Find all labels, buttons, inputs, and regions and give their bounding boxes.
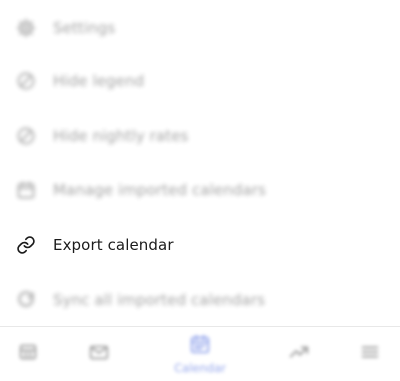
menu-item-export-calendar[interactable]: Export calendar: [0, 217, 400, 272]
tab-inbox[interactable]: [79, 327, 119, 381]
hamburger-menu-icon: [359, 341, 381, 367]
menu-item-label: Manage imported calendars: [53, 180, 266, 199]
gear-icon: [15, 17, 37, 39]
reservations-icon: [17, 341, 39, 367]
menu-item-hide-legend[interactable]: Hide legend: [0, 53, 400, 108]
menu-item-label: Hide nightly rates: [53, 126, 189, 145]
bottom-tab-bar: Calendar: [0, 326, 400, 381]
tab-insights[interactable]: [279, 327, 319, 381]
menu-item-settings[interactable]: Settings: [0, 0, 400, 55]
link-icon: [15, 234, 37, 256]
trending-up-icon: [288, 341, 310, 367]
refresh-icon: [15, 289, 37, 311]
menu-item-label: Sync all imported calendars: [53, 290, 265, 309]
tab-reservations[interactable]: [8, 327, 48, 381]
mail-icon: [88, 341, 110, 367]
circle-slash-icon: [15, 70, 37, 92]
menu-item-sync-all-imported-calendars[interactable]: Sync all imported calendars: [0, 272, 400, 327]
calendar-icon: [189, 333, 211, 359]
calendar-icon: [15, 179, 37, 201]
menu-item-label: Hide legend: [53, 71, 145, 90]
menu-item-manage-imported-calendars[interactable]: Manage imported calendars: [0, 162, 400, 217]
tab-label: Calendar: [174, 361, 226, 375]
circle-slash-icon: [15, 125, 37, 147]
menu-item-label: Export calendar: [53, 235, 174, 254]
menu-item-hide-nightly-rates[interactable]: Hide nightly rates: [0, 108, 400, 163]
tab-menu[interactable]: [350, 327, 390, 381]
tab-calendar[interactable]: Calendar: [165, 327, 235, 381]
menu-item-label: Settings: [53, 18, 116, 37]
options-menu: Settings Hide legend Hide nightly rates …: [0, 0, 400, 326]
